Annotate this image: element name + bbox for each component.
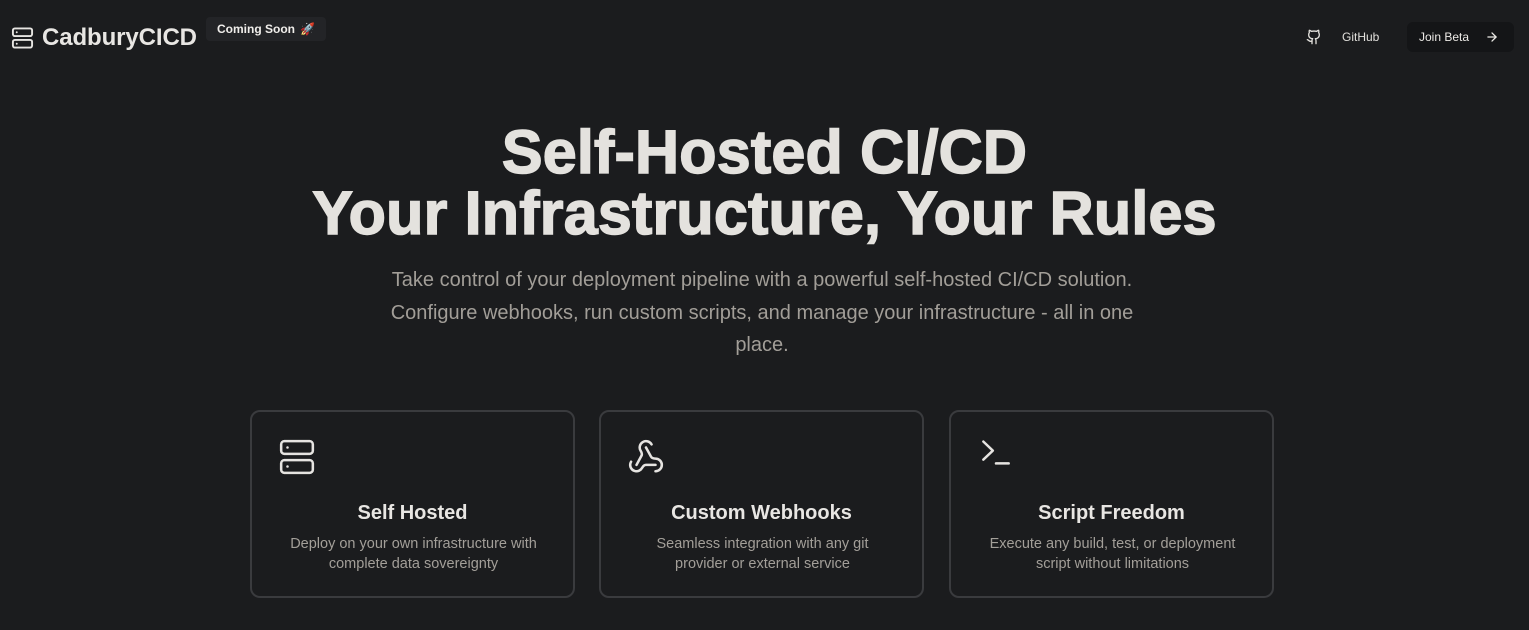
github-label: GitHub bbox=[1342, 30, 1380, 44]
coming-soon-badge: Coming Soon 🚀 bbox=[206, 17, 326, 41]
feature-title: Script Freedom bbox=[1038, 502, 1185, 524]
feature-title: Custom Webhooks bbox=[671, 502, 852, 524]
server-icon bbox=[11, 27, 34, 49]
hero-title-line-2: Your Infrastructure, Your Rules bbox=[312, 179, 1218, 247]
feature-description: Execute any build, test, or deployment s… bbox=[989, 536, 1236, 572]
feature-card-self-hosted: Self Hosted Deploy on your own infrastru… bbox=[250, 410, 575, 598]
brand-name: CadburyCICD bbox=[42, 24, 197, 51]
brand-logo[interactable]: CadburyCICD bbox=[11, 24, 197, 52]
join-beta-label: Join Beta bbox=[1419, 30, 1470, 44]
webhook-icon bbox=[628, 439, 664, 473]
rocket-icon: 🚀 bbox=[300, 22, 315, 36]
hero-title-line-1: Self-Hosted CI/CD bbox=[501, 118, 1028, 186]
terminal-icon bbox=[982, 440, 1010, 465]
feature-title: Self Hosted bbox=[357, 502, 468, 524]
github-icon bbox=[1306, 29, 1321, 45]
feature-description: Seamless integration with any git provid… bbox=[656, 536, 869, 572]
hero-subtitle: Take control of your deployment pipeline… bbox=[390, 269, 1134, 356]
arrow-right-icon bbox=[1487, 32, 1497, 42]
feature-card-script-freedom: Script Freedom Execute any build, test, … bbox=[949, 410, 1274, 598]
feature-description: Deploy on your own infrastructure with c… bbox=[290, 536, 537, 572]
top-nav: CadburyCICD Coming Soon 🚀 GitHub Join Be… bbox=[0, 0, 1529, 74]
server-icon bbox=[279, 439, 315, 475]
badge-label: Coming Soon bbox=[217, 22, 295, 36]
feature-card-custom-webhooks: Custom Webhooks Seamless integration wit… bbox=[599, 410, 924, 598]
hero-title: Self-Hosted CI/CD Your Infrastructure, Y… bbox=[0, 118, 1529, 247]
github-link[interactable]: GitHub bbox=[1306, 24, 1379, 50]
landing-page: CadburyCICD Coming Soon 🚀 GitHub Join Be… bbox=[0, 0, 1529, 630]
join-beta-button[interactable]: Join Beta bbox=[1407, 22, 1514, 52]
